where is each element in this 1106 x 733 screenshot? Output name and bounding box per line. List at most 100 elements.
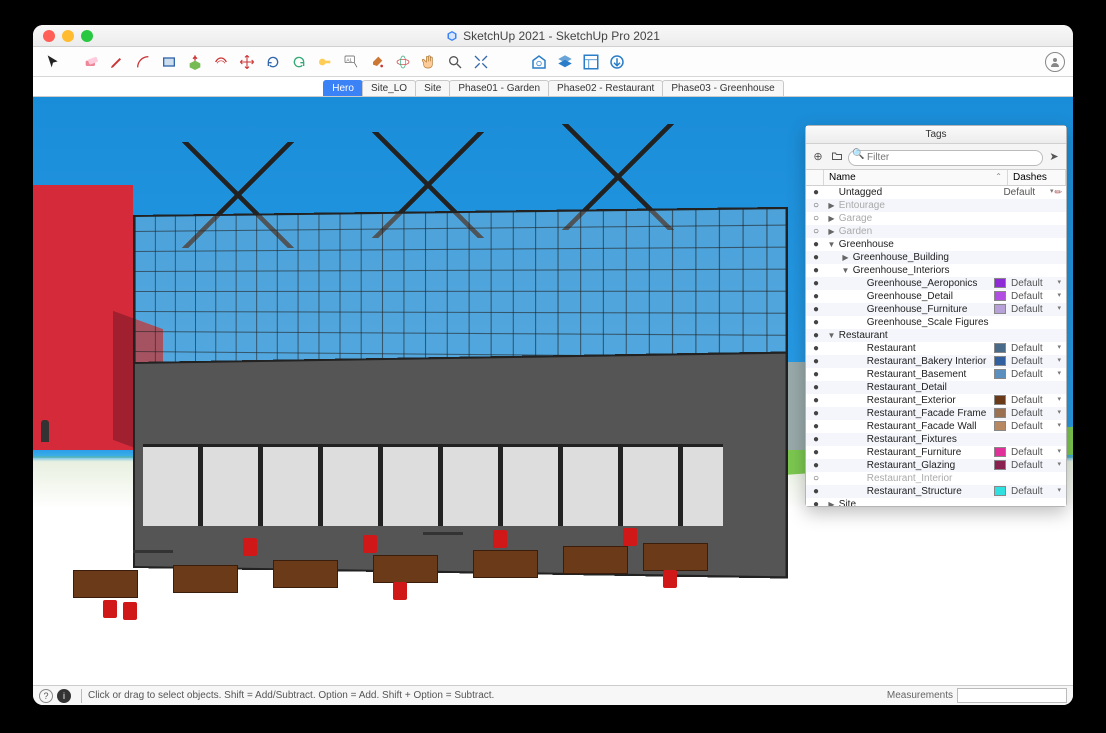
dashes-cell[interactable]: Default▾ — [1009, 408, 1063, 419]
visibility-toggle[interactable]: ● — [809, 187, 823, 198]
chevron-icon[interactable]: ▼ — [827, 240, 836, 249]
add-folder-button[interactable] — [829, 148, 845, 164]
offset-tool[interactable] — [209, 50, 233, 74]
tags-menu-button[interactable]: ➤ — [1046, 148, 1062, 164]
select-tool[interactable] — [41, 50, 65, 74]
visibility-toggle[interactable]: ● — [809, 382, 823, 393]
scene-tab-phase01-garden[interactable]: Phase01 - Garden — [449, 80, 549, 96]
visibility-toggle[interactable]: ● — [809, 239, 823, 250]
layout-icon[interactable] — [579, 50, 603, 74]
scene-tab-phase03-greenhouse[interactable]: Phase03 - Greenhouse — [662, 80, 783, 96]
color-swatch[interactable] — [994, 304, 1006, 314]
visibility-toggle[interactable]: ○ — [809, 226, 823, 237]
dashes-cell[interactable]: Default▾ — [1009, 460, 1063, 471]
tag-row[interactable]: ● UntaggedDefault▾✎ — [806, 186, 1066, 199]
tag-row[interactable]: ○▶ Entourage — [806, 199, 1066, 212]
visibility-toggle[interactable]: ● — [809, 252, 823, 263]
visibility-toggle[interactable]: ○ — [809, 213, 823, 224]
chevron-icon[interactable]: ▶ — [827, 201, 836, 210]
tag-row[interactable]: ● Restaurant_Facade FrameDefault▾ — [806, 407, 1066, 420]
dashes-cell[interactable]: Default▾ — [1009, 395, 1063, 406]
dashes-cell[interactable]: Default▾ — [1009, 278, 1063, 289]
tag-row[interactable]: ● Restaurant_ExteriorDefault▾ — [806, 394, 1066, 407]
dashes-cell[interactable]: Default▾ — [1009, 447, 1063, 458]
tag-row[interactable]: ○▶ Garden — [806, 225, 1066, 238]
visibility-toggle[interactable]: ● — [809, 447, 823, 458]
color-swatch[interactable] — [994, 421, 1006, 431]
tag-row[interactable]: ● Restaurant_StructureDefault▾ — [806, 485, 1066, 498]
tag-row[interactable]: ● Restaurant_BasementDefault▾ — [806, 368, 1066, 381]
visibility-toggle[interactable]: ● — [809, 434, 823, 445]
color-swatch[interactable] — [994, 369, 1006, 379]
color-swatch[interactable] — [994, 408, 1006, 418]
tag-row[interactable]: ● Greenhouse_AeroponicsDefault▾ — [806, 277, 1066, 290]
dashes-cell[interactable]: Default▾ — [1009, 304, 1063, 315]
warehouse-icon[interactable] — [527, 50, 551, 74]
visibility-toggle[interactable]: ● — [809, 356, 823, 367]
visibility-toggle[interactable]: ● — [809, 278, 823, 289]
info-icon[interactable]: i — [57, 689, 71, 703]
visibility-toggle[interactable]: ● — [809, 486, 823, 497]
scene-tab-phase02-restaurant[interactable]: Phase02 - Restaurant — [548, 80, 663, 96]
dashes-cell[interactable]: Default▾ — [1009, 356, 1063, 367]
visibility-toggle[interactable]: ● — [809, 460, 823, 471]
tape-measure-tool[interactable] — [313, 50, 337, 74]
tag-row[interactable]: ●▼ Restaurant — [806, 329, 1066, 342]
visibility-toggle[interactable]: ● — [809, 317, 823, 328]
text-tool[interactable]: A1 — [339, 50, 363, 74]
scene-tab-hero[interactable]: Hero — [323, 80, 363, 96]
export-icon[interactable] — [605, 50, 629, 74]
tag-row[interactable]: ●▶ Greenhouse_Building — [806, 251, 1066, 264]
dashes-cell[interactable]: Default▾ — [1001, 187, 1055, 198]
minimize-icon[interactable] — [62, 30, 74, 42]
visibility-toggle[interactable]: ● — [809, 369, 823, 380]
orbit-tool[interactable] — [391, 50, 415, 74]
color-swatch[interactable] — [994, 343, 1006, 353]
tag-row[interactable]: ● Greenhouse_DetailDefault▾ — [806, 290, 1066, 303]
chevron-icon[interactable]: ▶ — [841, 253, 850, 262]
chevron-icon[interactable]: ▶ — [827, 227, 836, 236]
tag-row[interactable]: ● Restaurant_Fixtures — [806, 433, 1066, 446]
help-icon[interactable]: ? — [39, 689, 53, 703]
visibility-toggle[interactable]: ● — [809, 343, 823, 354]
tag-row[interactable]: ● RestaurantDefault▾ — [806, 342, 1066, 355]
rectangle-tool[interactable] — [157, 50, 181, 74]
paint-bucket-tool[interactable] — [365, 50, 389, 74]
chevron-icon[interactable]: ▼ — [841, 266, 850, 275]
color-swatch[interactable] — [994, 291, 1006, 301]
dashes-cell[interactable]: Default▾ — [1009, 343, 1063, 354]
arc-tool[interactable] — [131, 50, 155, 74]
tag-row[interactable]: ● Restaurant_Facade WallDefault▾ — [806, 420, 1066, 433]
measurements-field[interactable] — [957, 688, 1067, 703]
visibility-toggle[interactable]: ● — [809, 330, 823, 341]
tag-row[interactable]: ● Greenhouse_FurnitureDefault▾ — [806, 303, 1066, 316]
visibility-toggle[interactable]: ● — [809, 499, 823, 506]
scene-tab-site-lo[interactable]: Site_LO — [362, 80, 416, 96]
visibility-toggle[interactable]: ● — [809, 304, 823, 315]
tag-row[interactable]: ●▼ Greenhouse_Interiors — [806, 264, 1066, 277]
column-dashes[interactable]: Dashes — [1008, 170, 1066, 185]
color-swatch[interactable] — [994, 395, 1006, 405]
zoom-tool[interactable] — [443, 50, 467, 74]
move-tool[interactable] — [235, 50, 259, 74]
extension-icon[interactable] — [553, 50, 577, 74]
dashes-cell[interactable]: Default▾ — [1009, 369, 1063, 380]
color-swatch[interactable] — [994, 278, 1006, 288]
visibility-toggle[interactable]: ● — [809, 408, 823, 419]
color-swatch[interactable] — [994, 486, 1006, 496]
scale-tool[interactable] — [287, 50, 311, 74]
pencil-tool[interactable] — [105, 50, 129, 74]
scene-tab-site[interactable]: Site — [415, 80, 450, 96]
profile-icon[interactable] — [1045, 52, 1065, 72]
zoom-extents-tool[interactable] — [469, 50, 493, 74]
dashes-cell[interactable]: Default▾ — [1009, 486, 1063, 497]
tag-row[interactable]: ●▶ Site — [806, 498, 1066, 506]
dashes-cell[interactable]: Default▾ — [1009, 291, 1063, 302]
visibility-toggle[interactable]: ○ — [809, 200, 823, 211]
tags-panel[interactable]: Tags ⊕ 🔍 ➤ Name⌃ Dashes ● UntaggedDefaul… — [805, 125, 1067, 507]
chevron-icon[interactable]: ▼ — [827, 331, 836, 340]
close-icon[interactable] — [43, 30, 55, 42]
tag-row[interactable]: ○▶ Garage — [806, 212, 1066, 225]
visibility-toggle[interactable]: ● — [809, 395, 823, 406]
maximize-icon[interactable] — [81, 30, 93, 42]
